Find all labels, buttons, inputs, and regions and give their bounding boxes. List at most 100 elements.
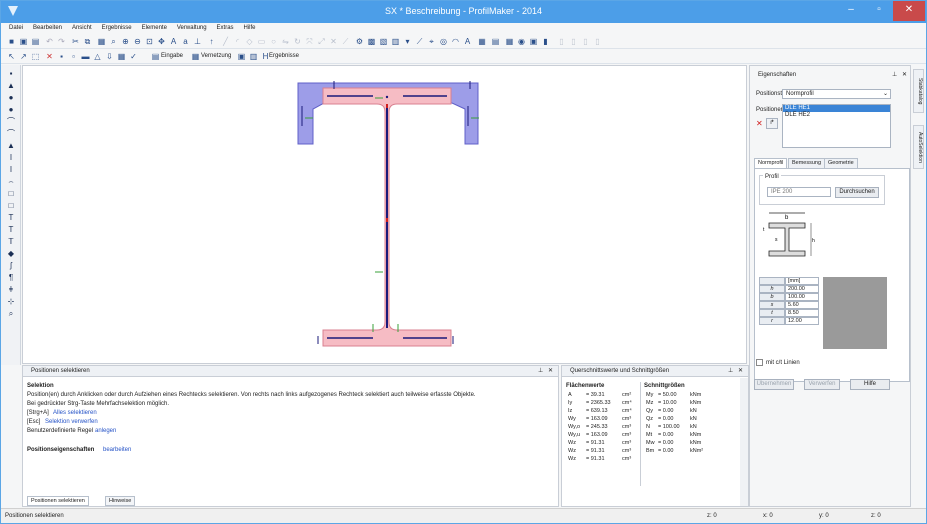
table-row[interactable]: r 12.00 — [759, 317, 887, 325]
text-small-icon[interactable]: a — [181, 37, 190, 46]
select-add-icon[interactable]: ↗ — [19, 52, 28, 61]
position-props-link[interactable]: bearbeiten — [103, 446, 131, 454]
select-all-link[interactable]: Alles selektieren — [53, 409, 97, 417]
menu-verwaltung[interactable]: Verwaltung — [177, 23, 207, 34]
layer2-icon[interactable]: ▧ — [379, 37, 388, 46]
element-icon[interactable]: ▫ — [69, 52, 78, 61]
delete-position-icon[interactable]: ✕ — [756, 120, 763, 128]
ct-lines-checkbox[interactable] — [756, 359, 763, 366]
redo-icon[interactable]: ↷ — [57, 37, 66, 46]
extend-icon[interactable]: ⟋ — [341, 37, 350, 46]
dot-tool-icon[interactable]: ● — [6, 93, 16, 103]
label-tool-icon[interactable]: ǂ — [6, 285, 16, 295]
trim-icon[interactable]: ✕ — [329, 37, 338, 46]
param-value[interactable]: 5.60 — [785, 301, 819, 309]
select-icon[interactable]: ↖ — [7, 52, 16, 61]
discard-selection-link[interactable]: Selektion verwerfen — [45, 418, 98, 426]
sidetab-stabkatalog[interactable]: Stabkatalog — [913, 69, 924, 113]
list-item[interactable]: DLE HE1 — [783, 105, 890, 112]
tab-bemessung[interactable]: Bemessung — [788, 158, 826, 168]
menu-elemente[interactable]: Elemente — [142, 23, 167, 34]
delete-icon[interactable]: ✕ — [45, 52, 54, 61]
verwerfen-button[interactable]: Verwerfen — [804, 379, 840, 390]
dot2-tool-icon[interactable]: ● — [6, 105, 16, 115]
rect2-tool-icon[interactable]: □ — [6, 201, 16, 211]
list-item[interactable]: DLE HE2 — [783, 112, 890, 119]
pin3-icon[interactable]: ⊥ — [892, 71, 897, 79]
snap-icon[interactable]: ⌖ — [427, 37, 436, 46]
doc-icon[interactable]: ▥ — [249, 52, 258, 61]
zoom-out-icon[interactable]: ⊖ — [133, 37, 142, 46]
drawing-canvas[interactable] — [22, 65, 747, 364]
positionen-list[interactable]: DLE HE1 DLE HE2 — [782, 104, 891, 148]
minimize-button[interactable]: – — [837, 1, 865, 21]
menu-bearbeiten[interactable]: Bearbeiten — [33, 23, 62, 34]
text-tool-icon[interactable]: ¶ — [6, 273, 16, 283]
pin2-icon[interactable]: ⊥ — [728, 367, 733, 375]
curve-tool-icon[interactable]: ⌒ — [6, 117, 16, 127]
param-value[interactable]: 12.00 — [785, 317, 819, 325]
result-icon[interactable]: ▦ — [117, 52, 126, 61]
member-icon[interactable]: ▬ — [81, 52, 90, 61]
pointer-icon[interactable]: ↑ — [207, 37, 216, 46]
grid-view-icon[interactable]: ▦ — [505, 37, 514, 46]
dropdown-icon[interactable]: ▾ — [403, 37, 412, 46]
zoom-window-icon[interactable]: ⊡ — [145, 37, 154, 46]
param-value[interactable]: 100.00 — [785, 293, 819, 301]
vernetzung-icon[interactable]: ▦ — [191, 52, 200, 61]
param-value[interactable]: 8.50 — [785, 309, 819, 317]
add-position-icon[interactable]: ↱ — [766, 118, 778, 129]
ibeam2-tool-icon[interactable]: I — [6, 165, 16, 175]
menu-hilfe[interactable]: Hilfe — [244, 23, 256, 34]
layer3-icon[interactable]: ▥ — [391, 37, 400, 46]
node-icon[interactable]: ▪ — [57, 52, 66, 61]
menu-extras[interactable]: Extras — [217, 23, 234, 34]
table-row[interactable]: s 5.60 — [759, 301, 887, 309]
menu-ergebnisse[interactable]: Ergebnisse — [102, 23, 132, 34]
fill-tool-icon[interactable]: ◆ — [6, 249, 16, 259]
tab-geometrie[interactable]: Geometrie — [824, 158, 858, 168]
vernetzung-tab[interactable]: Vernetzung — [201, 52, 231, 61]
eingabe-tab[interactable]: Eingabe — [161, 52, 183, 61]
curve2-tool-icon[interactable]: ⌒ — [6, 129, 16, 139]
circle-icon[interactable]: ◎ — [439, 37, 448, 46]
move-icon[interactable]: ⤧ — [305, 37, 314, 46]
tab-positionen-selektieren[interactable]: Positionen selektieren — [27, 496, 89, 506]
panel2-close-icon[interactable]: ✕ — [738, 367, 743, 375]
hatch-icon[interactable]: ▦ — [475, 37, 489, 46]
cut-icon[interactable]: ✂ — [71, 37, 80, 46]
image-icon[interactable]: ▣ — [529, 37, 538, 46]
tee2-tool-icon[interactable]: T — [6, 225, 16, 235]
panel-close-icon[interactable]: ✕ — [548, 367, 553, 375]
table-icon[interactable]: ▤ — [491, 37, 500, 46]
triangle-tool-icon[interactable]: ▲ — [6, 81, 16, 91]
measure-tool-icon[interactable]: ⊹ — [6, 297, 16, 307]
text-icon[interactable]: A — [169, 37, 178, 46]
ergebnisse-tab[interactable]: Ergebnisse — [269, 52, 299, 61]
zoom-icon[interactable]: ⌕ — [109, 37, 118, 46]
hook-tool-icon[interactable]: ʃ — [6, 261, 16, 271]
draw-circle-icon[interactable]: ○ — [269, 37, 278, 46]
profil-input[interactable]: IPE 200 — [767, 187, 831, 197]
maximize-button[interactable]: ▫ — [865, 1, 893, 21]
check-icon[interactable]: ✓ — [129, 52, 138, 61]
select-rect-icon[interactable]: ⬚ — [31, 52, 40, 61]
table-row[interactable]: t 8.50 — [759, 309, 887, 317]
rect-tool-icon[interactable]: □ — [6, 189, 16, 199]
draw-rect-icon[interactable]: ▭ — [257, 37, 266, 46]
ibeam-tool-icon[interactable]: I — [6, 153, 16, 163]
preview-icon[interactable]: ▤ — [31, 37, 40, 46]
arc-icon[interactable]: ◠ — [451, 37, 460, 46]
label-icon[interactable]: A — [463, 37, 472, 46]
tab-hinweise[interactable]: Hinweise — [105, 496, 136, 506]
pin-icon[interactable]: ⊥ — [538, 367, 543, 375]
grid-icon[interactable]: ▦ — [97, 37, 106, 46]
color-icon[interactable]: ◉ — [517, 37, 526, 46]
layer-icon[interactable]: ▩ — [367, 37, 376, 46]
grid2-icon[interactable]: ▣ — [237, 52, 246, 61]
draw-arc-icon[interactable]: ◜ — [233, 37, 242, 46]
rotate-icon[interactable]: ↻ — [293, 37, 302, 46]
zoom-in-icon[interactable]: ⊕ — [121, 37, 130, 46]
arrow-up-tool-icon[interactable]: ▲ — [6, 141, 16, 151]
mirror-icon[interactable]: ⇋ — [281, 37, 290, 46]
